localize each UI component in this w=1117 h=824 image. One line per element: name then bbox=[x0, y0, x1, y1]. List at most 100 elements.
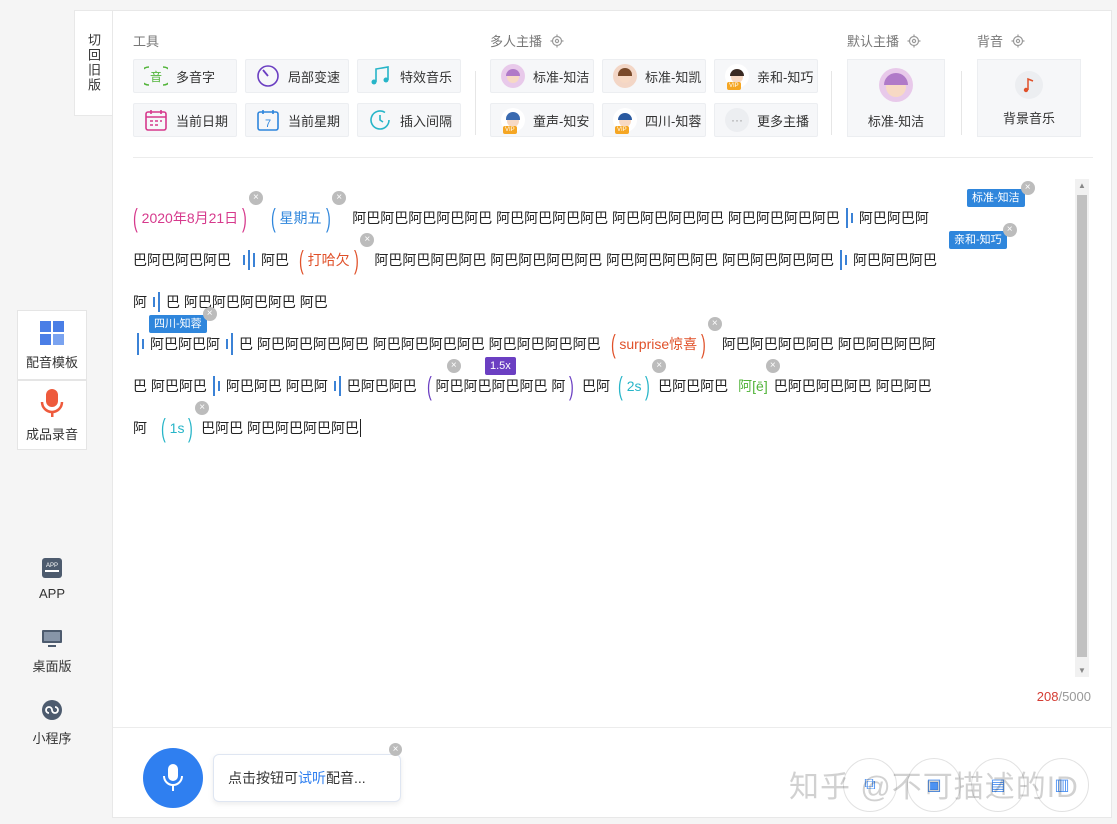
current-weekday-button[interactable]: 7 当前星期 bbox=[245, 103, 349, 137]
close-icon[interactable]: × bbox=[332, 191, 347, 205]
more-dots-icon: ··· bbox=[725, 108, 749, 132]
speaker-switch-icon[interactable] bbox=[840, 248, 848, 272]
editor-line: (2020年8月21日) × (星期五) × 阿巴阿巴阿巴阿巴阿巴 阿巴阿巴阿巴… bbox=[133, 191, 929, 231]
speaker-label[interactable]: 亲和-知巧 × bbox=[949, 223, 1017, 249]
anchor-standard-zhikai-button[interactable]: 标准-知凯 bbox=[602, 59, 706, 93]
char-max: /5000 bbox=[1058, 689, 1091, 704]
effect-tag[interactable]: (打哈欠) × bbox=[291, 233, 375, 273]
button-label: 当前日期 bbox=[176, 113, 229, 129]
button-label: 多音字 bbox=[176, 69, 216, 85]
mini-program-icon bbox=[42, 700, 62, 720]
scrollbar-thumb[interactable] bbox=[1077, 195, 1087, 657]
pause-tag[interactable]: (2s) × bbox=[610, 359, 667, 399]
anchor-standard-zhijie-button[interactable]: 标准-知洁 bbox=[490, 59, 594, 93]
switch-old-version-button[interactable]: 切回旧版 bbox=[74, 10, 112, 116]
local-speed-button[interactable]: 局部变速 bbox=[245, 59, 349, 93]
editor-line: 巴阿巴阿巴阿巴 阿巴 (打哈欠) × 阿巴阿巴阿巴阿巴 阿巴阿巴阿巴阿巴 阿巴阿… bbox=[133, 233, 938, 273]
close-icon[interactable]: × bbox=[1002, 223, 1017, 237]
polyphone-button[interactable]: 音 多音字 bbox=[133, 59, 237, 93]
pause-tag[interactable]: (1s) × bbox=[153, 401, 210, 441]
speaker-switch-icon[interactable] bbox=[243, 248, 255, 272]
anchor-child-zhian-button[interactable]: VIP 童声-知安 bbox=[490, 103, 594, 137]
close-icon[interactable]: × bbox=[202, 307, 217, 321]
anchor-sichuan-zhirong-button[interactable]: VIP 四川-知蓉 bbox=[602, 103, 706, 137]
editor-text: 阿巴阿巴阿 bbox=[858, 210, 929, 226]
grid-icon bbox=[40, 320, 64, 345]
button-label: 特效音乐 bbox=[400, 69, 453, 85]
gear-icon[interactable] bbox=[907, 34, 921, 48]
button-label: 更多主播 bbox=[757, 113, 810, 129]
char-counter: 208/5000 bbox=[1037, 689, 1091, 704]
close-icon[interactable]: × bbox=[389, 743, 402, 756]
anchor-gentle-zhiqiao-button[interactable]: VIP 亲和-知巧 bbox=[714, 59, 818, 93]
multi-anchor-title: 多人主播 bbox=[490, 31, 564, 50]
speed-tag[interactable]: (阿巴阿巴阿巴阿巴 阿) × bbox=[419, 359, 582, 399]
close-icon[interactable]: × bbox=[652, 359, 667, 373]
editor-text: 巴 阿巴阿巴阿巴阿巴 阿巴 bbox=[166, 294, 328, 310]
speaker-switch-icon[interactable] bbox=[845, 206, 853, 230]
scroll-down-icon[interactable]: ▼ bbox=[1078, 666, 1086, 675]
editor-text: 巴阿巴阿巴 bbox=[658, 378, 729, 394]
close-icon[interactable]: × bbox=[765, 359, 780, 373]
close-icon[interactable]: × bbox=[446, 359, 461, 373]
text-editor[interactable]: (2020年8月21日) × (星期五) × 阿巴阿巴阿巴阿巴阿巴 阿巴阿巴阿巴… bbox=[133, 175, 1073, 675]
more-anchors-button[interactable]: ··· 更多主播 bbox=[714, 103, 818, 137]
app-icon: APP bbox=[42, 558, 62, 578]
avatar: VIP bbox=[725, 64, 749, 90]
speaker-switch-icon[interactable] bbox=[226, 332, 233, 356]
editor-line: 阿巴阿巴阿 巴 阿巴阿巴阿巴阿巴 阿巴阿巴阿巴阿巴 阿巴阿巴阿巴阿巴 (surp… bbox=[133, 317, 936, 357]
sidebar-item-finished-recording[interactable]: 成品录音 bbox=[17, 380, 87, 450]
effect-tag[interactable]: (surprise惊喜) × bbox=[603, 317, 722, 357]
sidebar-item-app[interactable]: APP APP bbox=[20, 556, 84, 601]
button-label: 插入间隔 bbox=[400, 113, 453, 129]
close-icon[interactable]: × bbox=[360, 233, 375, 247]
close-icon[interactable]: × bbox=[1020, 181, 1035, 195]
editor-text: 巴阿巴阿巴阿巴 bbox=[133, 252, 231, 268]
speed-dial-icon bbox=[256, 64, 280, 88]
weekday-icon: 7 bbox=[256, 108, 280, 132]
pause-tag-text: 2s bbox=[626, 378, 642, 394]
default-anchor-label: 默认主播 bbox=[847, 34, 900, 49]
sidebar-item-desktop[interactable]: 桌面版 bbox=[20, 628, 84, 675]
close-icon[interactable]: × bbox=[195, 401, 210, 415]
close-icon[interactable]: × bbox=[707, 317, 722, 331]
editor-text: 巴阿 bbox=[582, 378, 611, 394]
default-anchor-title: 默认主播 bbox=[847, 31, 921, 50]
editor-text: 阿巴阿巴阿巴 bbox=[853, 252, 938, 268]
editor-text: 阿 bbox=[133, 420, 147, 436]
speaker-label-text: 亲和-知巧 bbox=[954, 234, 1002, 246]
avatar: VIP bbox=[613, 108, 637, 134]
insert-interval-button[interactable]: 插入间隔 bbox=[357, 103, 461, 137]
listen-link[interactable]: 试听 bbox=[298, 768, 326, 788]
speaker-label[interactable]: 标准-知洁 × bbox=[967, 181, 1035, 207]
editor-scrollbar[interactable]: ▲ ▼ bbox=[1075, 179, 1089, 677]
speaker-switch-icon[interactable] bbox=[333, 374, 341, 398]
speaker-switch-icon[interactable] bbox=[137, 332, 144, 356]
background-music-button[interactable]: 背景音乐 bbox=[977, 59, 1081, 137]
divider bbox=[961, 71, 962, 135]
scroll-up-icon[interactable]: ▲ bbox=[1078, 181, 1086, 190]
gear-icon[interactable] bbox=[1011, 34, 1025, 48]
speaker-switch-icon[interactable] bbox=[153, 290, 160, 314]
date-tag[interactable]: (2020年8月21日) × bbox=[125, 191, 263, 231]
polyphone-tag-text: 阿[ē] bbox=[738, 378, 768, 394]
polyphone-tag[interactable]: 阿[ē] × bbox=[728, 359, 780, 399]
sidebar-item-mini-program[interactable]: 小程序 bbox=[20, 698, 84, 747]
sidebar-item-label: 成品录音 bbox=[25, 426, 78, 442]
sidebar-item-dubbing-template[interactable]: 配音模板 bbox=[17, 310, 87, 380]
default-anchor-name: 标准-知洁 bbox=[867, 113, 925, 129]
bgm-button-label: 背景音乐 bbox=[1002, 110, 1055, 126]
gear-icon[interactable] bbox=[550, 34, 564, 48]
listen-mic-button[interactable] bbox=[143, 748, 203, 808]
close-icon[interactable]: × bbox=[248, 191, 263, 205]
speaker-label[interactable]: 四川-知蓉 × bbox=[149, 307, 217, 333]
effect-music-button[interactable]: 特效音乐 bbox=[357, 59, 461, 93]
speaker-switch-icon[interactable] bbox=[212, 374, 220, 398]
editor-line: 阿 (1s) × 巴阿巴 阿巴阿巴阿巴阿巴 bbox=[133, 401, 362, 441]
weekday-tag[interactable]: (星期五) × bbox=[263, 191, 347, 231]
button-label: 标准-知凯 bbox=[645, 69, 702, 85]
default-anchor-button[interactable]: 标准-知洁 bbox=[847, 59, 945, 137]
sidebar-item-label: 配音模板 bbox=[25, 354, 78, 370]
editor-text: 阿巴阿巴阿 bbox=[150, 336, 220, 352]
current-date-button[interactable]: 当前日期 bbox=[133, 103, 237, 137]
